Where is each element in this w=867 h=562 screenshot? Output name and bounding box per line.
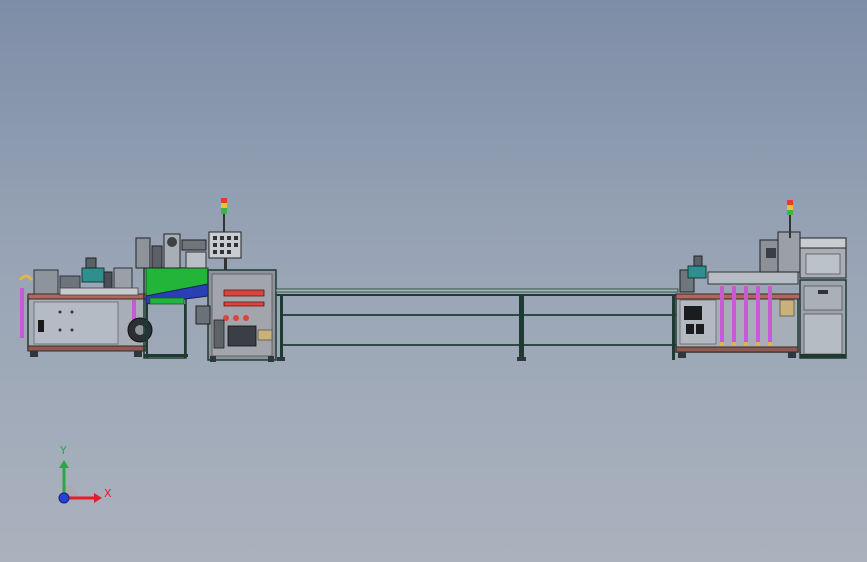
right-machine <box>675 200 801 358</box>
stack-light-green <box>221 208 227 214</box>
z-axis-dot <box>58 492 70 504</box>
chute-section <box>135 233 209 359</box>
output-tower <box>799 237 847 359</box>
left-teal-motor <box>81 267 105 283</box>
long-conveyor <box>275 288 679 361</box>
production-line-drawing <box>18 198 847 504</box>
red-roller <box>223 289 265 297</box>
right-black-module <box>684 306 702 320</box>
stack-light-red <box>221 198 227 203</box>
left-top-box-1 <box>33 269 59 295</box>
left-cabinet-bottom-rail <box>27 345 147 352</box>
right-teal-motor <box>687 265 707 279</box>
x-axis-label: X <box>104 487 112 500</box>
stack-light-yellow <box>221 203 227 208</box>
left-machine <box>18 257 153 357</box>
left-door-handle <box>38 320 44 332</box>
y-axis-label: Y <box>60 444 67 457</box>
left-door-panel <box>33 301 119 345</box>
control-station <box>195 198 277 362</box>
cad-viewport[interactable]: X Y <box>0 0 867 562</box>
coordinate-triad <box>58 460 102 504</box>
